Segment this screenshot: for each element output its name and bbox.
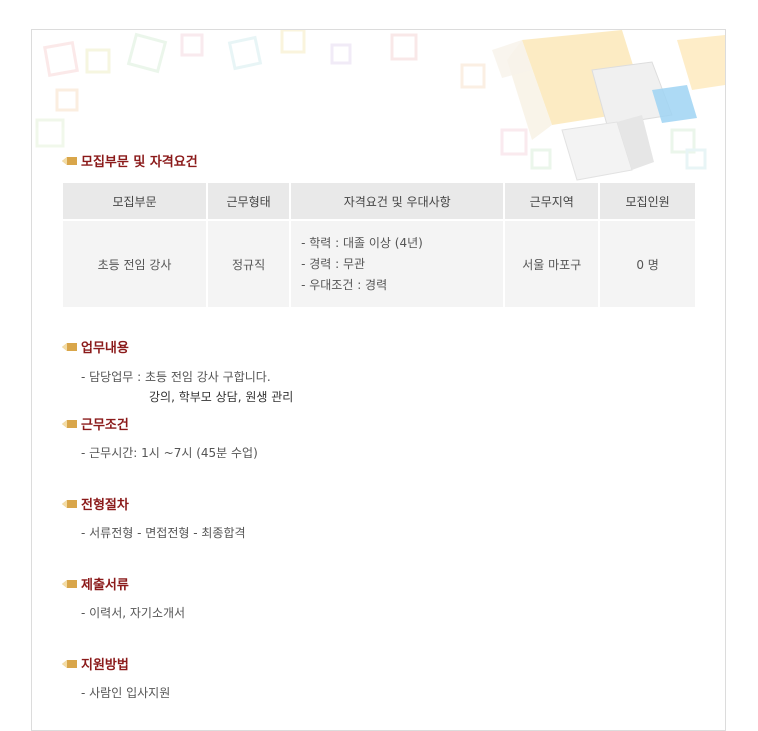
cell-position: 초등 전임 강사 <box>63 221 207 307</box>
header-decoration <box>35 30 725 181</box>
qualification-education: - 학력 : 대졸 이상 (4년) <box>301 235 423 250</box>
section-title-text: 모집부문 및 자격요건 <box>81 155 198 170</box>
section-title-text: 전형절차 <box>81 498 129 513</box>
pencil-bullet-icon <box>62 579 77 588</box>
section-title-recruit: 모집부문 및 자격요건 <box>62 151 198 170</box>
cell-type: 정규직 <box>208 221 290 307</box>
qualification-experience: - 경력 : 무관 <box>301 256 366 271</box>
section-title-condition: 근무조건 <box>62 414 129 433</box>
pencil-bullet-icon <box>62 419 77 428</box>
recruitment-table: 모집부문 근무형태 자격요건 및 우대사항 근무지역 모집인원 초등 전임 강사… <box>61 181 697 309</box>
process-line-1: - 서류전형 - 면접전형 - 최종합격 <box>81 526 246 540</box>
job-posting-frame: 모집부문 및 자격요건 모집부문 근무형태 자격요건 및 우대사항 근무지역 모… <box>31 29 726 731</box>
section-title-text: 근무조건 <box>81 418 129 433</box>
pencil-bullet-icon <box>62 342 77 351</box>
duty-line-2: 강의, 학부모 상담, 원생 관리 <box>149 390 294 404</box>
documents-line-1: - 이력서, 자기소개서 <box>81 606 186 620</box>
pencil-bullet-icon <box>62 659 77 668</box>
table-row: 초등 전임 강사 정규직 - 학력 : 대졸 이상 (4년) - 경력 : 무관… <box>63 221 695 307</box>
header-position: 모집부문 <box>63 183 207 219</box>
table-header-row: 모집부문 근무형태 자격요건 및 우대사항 근무지역 모집인원 <box>63 183 695 219</box>
section-title-text: 업무내용 <box>81 341 129 356</box>
pencil-bullet-icon <box>62 156 77 165</box>
qualification-preferred: - 우대조건 : 경력 <box>301 277 388 292</box>
cell-location: 서울 마포구 <box>505 221 599 307</box>
apply-line-1: - 사람인 입사지원 <box>81 686 171 700</box>
pencil-bullet-icon <box>62 499 77 508</box>
cell-count: 0 명 <box>600 221 695 307</box>
duty-line-1: - 담당업무 : 초등 전임 강사 구합니다. <box>81 370 271 384</box>
header-location: 근무지역 <box>505 183 599 219</box>
section-title-apply: 지원방법 <box>62 654 129 673</box>
section-title-duty: 업무내용 <box>62 337 129 356</box>
condition-line-1: - 근무시간: 1시 ~7시 (45분 수업) <box>81 446 258 460</box>
section-title-documents: 제출서류 <box>62 574 129 593</box>
cell-qualifications: - 학력 : 대졸 이상 (4년) - 경력 : 무관 - 우대조건 : 경력 <box>291 221 504 307</box>
header-type: 근무형태 <box>208 183 290 219</box>
section-title-text: 제출서류 <box>81 578 129 593</box>
header-count: 모집인원 <box>600 183 695 219</box>
header-qualifications: 자격요건 및 우대사항 <box>291 183 504 219</box>
section-title-text: 지원방법 <box>81 658 129 673</box>
section-title-process: 전형절차 <box>62 494 129 513</box>
